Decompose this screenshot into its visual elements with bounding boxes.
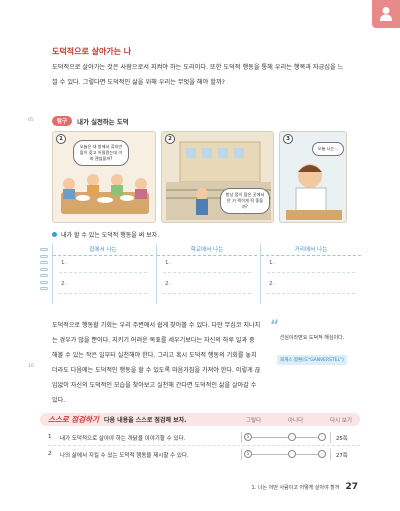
section-title: 도덕적으로 살아가는 나 (52, 47, 132, 56)
side-tag: 회계스 항환(도"GANVERSTEL") (277, 355, 347, 365)
page-number: 27 (345, 482, 358, 492)
rating-track (246, 454, 322, 455)
scale-label-no: 아니다 (288, 418, 304, 424)
comic-panel-2: 2 항상 몸이 많은 곳에서 안 가 찍히게 줘 좋을까? (161, 131, 274, 223)
item-number: 2. (269, 281, 275, 287)
rating-option-yes[interactable]: S (244, 450, 252, 458)
row-text: 나의 삶에서 지킬 수 있는 도덕적 행동을 제시할 수 있다. (60, 453, 189, 459)
chapter-tab (372, 0, 400, 28)
comic-panel-3: 3 오늘 나는... (279, 131, 347, 223)
rating-option-no[interactable]: · (318, 450, 326, 458)
quote-mark: “ (270, 318, 280, 334)
person-icon (380, 7, 392, 21)
worksheet-column-street: 거리에서 나는 1. 2. (260, 244, 361, 304)
review-page-link[interactable]: 27쪽 (336, 451, 348, 459)
item-number: 2. (165, 281, 171, 287)
activity-instruction-text: 내가 할 수 있는 도덕적 행동을 써 보자. (61, 232, 160, 239)
worksheet-column-home: 집에서 나는 1. 2. (52, 244, 153, 304)
page-footer: 1. 나는 어떤 사람이고 어떻게 살아야 할까 27 (252, 482, 358, 492)
item-number: 2. (61, 281, 67, 287)
speech-bubble: 항상 몸이 많은 곳에서 안 가 찍히게 줘 좋을까? (220, 188, 270, 214)
self-check-title: 다음 내용을 스스로 점검해 보자. (104, 417, 187, 424)
line-number: 10 (28, 364, 34, 369)
thinking-student-illustration (286, 164, 342, 220)
side-note: 선심이라면요 도덕적 해심이다. (279, 335, 345, 341)
scale-label-review: 다시 보기 (330, 418, 352, 424)
row-text: 내가 도덕적으로 살아야 하는 까닭을 이야기할 수 있다. (60, 436, 186, 442)
intro-paragraph: 도덕적으로 살아가는 것은 사람으로서 지켜야 하는 도리이다. 또한 도덕적 … (52, 64, 344, 86)
column-header: 학교에서 나는 (157, 244, 257, 256)
column-header: 거리에서 나는 (261, 244, 361, 256)
notebook-worksheet: 집에서 나는 1. 2. 학교에서 나는 1. 2. 거리에서 나는 1. 2. (40, 244, 361, 306)
review-page-link[interactable]: 25쪽 (336, 434, 348, 442)
explore-heading: 탐구 내가 실천하는 도덕 (52, 116, 129, 126)
family-dinner-illustration (61, 174, 149, 214)
rating-option-no[interactable]: · (318, 433, 326, 441)
rating-option-mid[interactable]: · (288, 433, 296, 441)
self-check-row: 1 내가 도덕적으로 살아야 하는 까닭을 이야기할 수 있다. S · · 2… (48, 432, 360, 444)
notebook-rings (40, 248, 48, 294)
scale-label-yes: 그렇다 (246, 418, 262, 424)
explore-tag: 탐구 (52, 116, 73, 126)
body-paragraph: 도덕적으로 행동할 기회는 우리 주변에서 쉽게 찾아볼 수 있다. 다만 무심… (52, 322, 261, 404)
item-number: 1. (269, 260, 275, 266)
bullet-icon (52, 232, 57, 237)
self-check-row: 2 나의 삶에서 지킬 수 있는 도덕적 행동을 제시할 수 있다. S · ·… (48, 449, 360, 461)
activity-instruction: 내가 할 수 있는 도덕적 행동을 써 보자. (52, 230, 159, 239)
comic-panel-1: 1 오늘은 내 방에서 휴지만 많이 찾고 어질렀는데 이따 괜찮을까? (52, 131, 156, 223)
rating-option-mid[interactable]: · (288, 450, 296, 458)
column-header: 집에서 나는 (53, 244, 153, 256)
self-check-section: 스스로 점검하기 다음 내용을 스스로 점검해 보자. 그렇다 아니다 다시 보… (40, 413, 360, 473)
item-number: 1. (165, 260, 171, 266)
rating-track (246, 437, 322, 438)
rating-option-yes[interactable]: S (244, 433, 252, 441)
row-number: 2 (48, 451, 52, 457)
item-number: 1. (61, 260, 67, 266)
footer-chapter: 1. 나는 어떤 사람이고 어떻게 살아야 할까 (251, 484, 340, 491)
explore-title: 내가 실천하는 도덕 (77, 117, 129, 126)
line-number: 05 (28, 118, 34, 123)
row-number: 1 (48, 434, 52, 440)
worksheet-column-school: 학교에서 나는 1. 2. (156, 244, 257, 304)
self-check-logo: 스스로 점검하기 (48, 415, 99, 424)
